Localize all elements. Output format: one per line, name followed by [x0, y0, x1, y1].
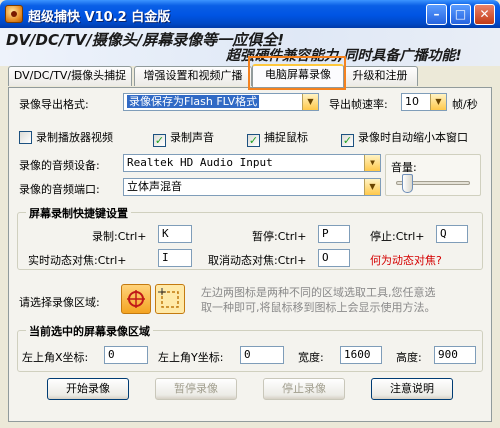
audio-device-label: 录像的音频设备:: [19, 159, 100, 172]
pause-hotkey-label: 暂停:Ctrl+: [252, 230, 307, 243]
width-label: 宽度:: [298, 351, 324, 364]
checkbox-record-sound[interactable]: ✓ 录制声音: [153, 129, 214, 147]
fps-value: 10: [405, 95, 419, 108]
region-tool-crosshair-button[interactable]: [121, 284, 151, 314]
height-label: 高度:: [396, 351, 422, 364]
region-tool-rectangle-button[interactable]: [155, 284, 185, 314]
volume-label: 音量:: [391, 161, 417, 174]
tab-upgrade[interactable]: 升级和注册: [342, 66, 418, 86]
tab-capture[interactable]: DV/DC/TV/摄像头捕捉: [8, 66, 132, 86]
audio-device-value: Realtek HD Audio Input: [127, 156, 273, 169]
x-coord-label: 左上角X坐标:: [22, 351, 89, 364]
focus-hotkey-label: 实时动态对焦:Ctrl+: [28, 254, 127, 267]
banner-line-2: 超强硬件兼容能力,同时具备广播功能!: [226, 48, 462, 64]
audio-port-label: 录像的音频端口:: [19, 183, 100, 196]
chevron-down-icon: ▼: [430, 94, 446, 110]
region-hint-line-2: 取一种即可,将鼠标移到图标上会显示使用方法。: [201, 301, 436, 314]
checkbox-box[interactable]: ✓: [247, 134, 260, 147]
close-button[interactable]: ✕: [474, 4, 495, 25]
export-format-value: 录像保存为Flash FLV格式: [127, 95, 260, 108]
stop-hotkey-input[interactable]: Q: [436, 225, 468, 243]
pause-hotkey-input[interactable]: P: [318, 225, 350, 243]
height-input[interactable]: 900: [434, 346, 476, 364]
volume-slider-thumb[interactable]: [402, 174, 414, 193]
pause-recording-button[interactable]: 暂停录像: [155, 378, 237, 400]
region-hint-line-1: 左边两图标是两种不同的区域选取工具,您任意选: [201, 286, 436, 299]
cancel-focus-hotkey-label: 取消动态对焦:Ctrl+: [208, 254, 307, 267]
window-title: 超级捕快 V10.2 白金版: [28, 10, 171, 25]
title-bar: 超级捕快 V10.2 白金版 – □ ✕: [0, 0, 500, 28]
checkbox-box[interactable]: ✓: [153, 134, 166, 147]
checkbox-label: 录制声音: [170, 131, 214, 144]
tab-screen-recording[interactable]: 电脑屏幕录像: [252, 64, 344, 87]
stop-hotkey-label: 停止:Ctrl+: [370, 230, 425, 243]
screen-recording-panel: 录像导出格式: 录像保存为Flash FLV格式 ▼ 导出帧速率: 10 ▼ 帧…: [8, 87, 492, 422]
hotkey-settings-group: 屏幕录制快捷键设置 录制:Ctrl+ K 暂停:Ctrl+ P 停止:Ctrl+…: [17, 205, 483, 270]
export-format-select[interactable]: 录像保存为Flash FLV格式 ▼: [123, 93, 319, 111]
record-hotkey-input[interactable]: K: [158, 225, 192, 243]
export-format-label: 录像导出格式:: [19, 98, 89, 111]
width-input[interactable]: 1600: [340, 346, 382, 364]
stop-recording-button[interactable]: 停止录像: [263, 378, 345, 400]
notes-button[interactable]: 注意说明: [371, 378, 453, 400]
current-region-group: 当前选中的屏幕录像区域 左上角X坐标: 0 左上角Y坐标: 0 宽度: 1600…: [17, 323, 483, 372]
checkbox-box[interactable]: [19, 131, 32, 144]
what-is-focus-link[interactable]: 何为动态对焦?: [370, 252, 442, 268]
focus-hotkey-input[interactable]: I: [158, 249, 192, 267]
chevron-down-icon: ▼: [364, 179, 380, 195]
volume-box: 音量:: [385, 154, 481, 196]
y-coord-input[interactable]: 0: [240, 346, 284, 364]
fps-label: 导出帧速率:: [329, 98, 388, 111]
x-coord-input[interactable]: 0: [104, 346, 148, 364]
cancel-focus-hotkey-input[interactable]: O: [318, 249, 350, 267]
chevron-down-icon: ▼: [302, 94, 318, 110]
minimize-button[interactable]: –: [426, 4, 447, 25]
tab-broadcast[interactable]: 增强设置和视频广播: [134, 66, 252, 86]
record-hotkey-label: 录制:Ctrl+: [92, 230, 147, 243]
region-select-label: 请选择录像区域:: [19, 296, 100, 309]
checkbox-label: 捕捉鼠标: [264, 131, 308, 144]
audio-port-select[interactable]: 立体声混音 ▼: [123, 178, 381, 196]
checkbox-capture-mouse[interactable]: ✓ 捕捉鼠标: [247, 129, 308, 147]
maximize-button[interactable]: □: [450, 4, 471, 25]
audio-device-select[interactable]: Realtek HD Audio Input ▼: [123, 154, 381, 172]
checkbox-record-player-video[interactable]: 录制播放器视频: [19, 129, 113, 145]
app-icon: [5, 5, 23, 23]
checkbox-label: 录制播放器视频: [36, 131, 113, 144]
select-rect-icon: [158, 288, 179, 308]
audio-port-value: 立体声混音: [127, 180, 182, 193]
fps-unit: 帧/秒: [452, 98, 478, 111]
fps-select[interactable]: 10 ▼: [401, 93, 447, 111]
current-region-title: 当前选中的屏幕录像区域: [26, 323, 153, 339]
checkbox-box[interactable]: ✓: [341, 134, 354, 147]
checkbox-label: 录像时自动缩小本窗口: [358, 131, 468, 144]
promo-banner: DV/DC/TV/摄像头/屏幕录像等一应俱全! 超强硬件兼容能力,同时具备广播功…: [0, 28, 500, 66]
checkbox-auto-minimize[interactable]: ✓ 录像时自动缩小本窗口: [341, 129, 468, 147]
hotkey-group-title: 屏幕录制快捷键设置: [26, 205, 131, 221]
crosshair-icon: [127, 290, 145, 308]
start-recording-button[interactable]: 开始录像: [47, 378, 129, 400]
chevron-down-icon: ▼: [364, 155, 380, 171]
y-coord-label: 左上角Y坐标:: [158, 351, 224, 364]
